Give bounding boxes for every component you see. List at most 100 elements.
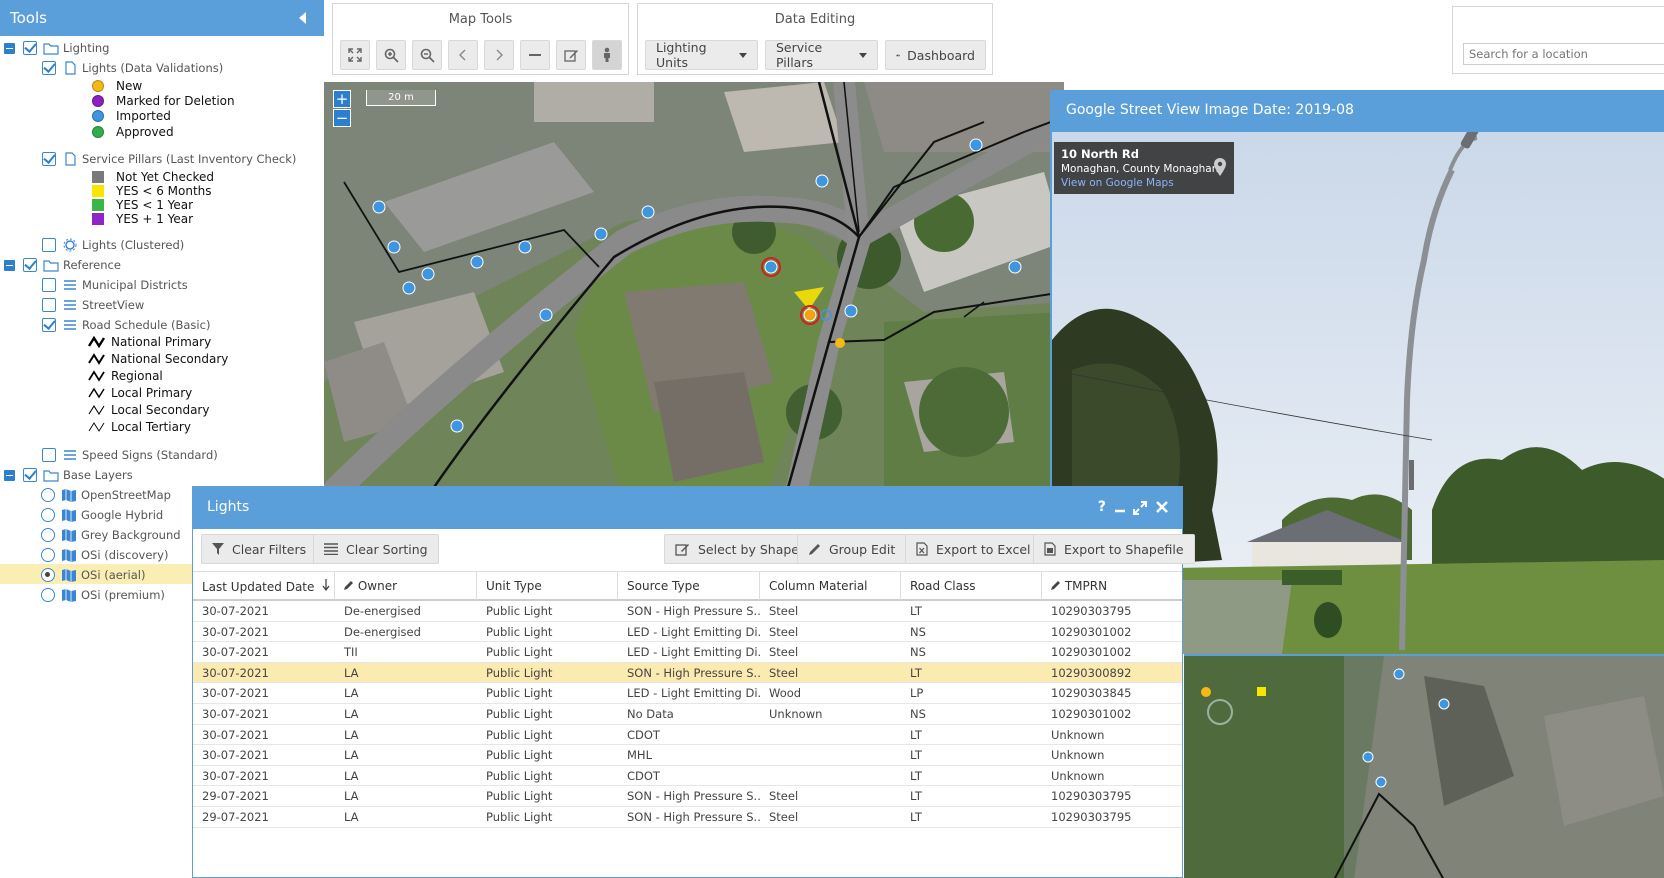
minimize-icon[interactable]: [1114, 501, 1126, 513]
table-row[interactable]: 30-07-2021 LA Public Light LED - Light Emit…: [193, 683, 1182, 704]
collapse-panel-icon[interactable]: [299, 12, 306, 24]
legend-item: Approved: [92, 124, 174, 140]
base-layer-osi-premium[interactable]: OSi (premium): [41, 586, 165, 604]
cell-road-class: LT: [910, 748, 922, 763]
checkbox[interactable]: [42, 318, 56, 332]
table-row[interactable]: 30-07-2021 LA Public Light CDOT LT Unknown: [193, 766, 1182, 787]
export-to-excel-button[interactable]: Export to Excel: [905, 534, 1042, 564]
collapse-icon[interactable]: [4, 259, 15, 271]
clear-filters-button[interactable]: Clear Filters: [201, 534, 318, 564]
base-layer-osi-discovery[interactable]: OSi (discovery): [41, 546, 168, 564]
column-header-tmprn[interactable]: TMPRN: [1042, 572, 1182, 600]
streetview-header: Google Street View Image Date: 2019-08: [1052, 90, 1664, 132]
base-layer-google-hybrid[interactable]: Google Hybrid: [41, 506, 163, 524]
layer-group-lighting[interactable]: Lighting: [4, 39, 109, 57]
checkbox[interactable]: [23, 41, 37, 55]
column-header-road-class[interactable]: Road Class: [901, 572, 1042, 600]
table-row[interactable]: 30-07-2021 LA Public Light MHL LT Unknown: [193, 745, 1182, 766]
cell-owner: LA: [344, 665, 359, 680]
collapse-icon[interactable]: [4, 469, 15, 481]
scale-bar: 20 m: [366, 90, 436, 106]
column-header-owner[interactable]: Owner: [335, 572, 477, 600]
overview-map[interactable]: [1184, 654, 1664, 878]
checkbox[interactable]: [42, 278, 56, 292]
cell-last-updated-date: 30-07-2021: [202, 604, 269, 618]
column-header-column-material[interactable]: Column Material: [760, 572, 901, 600]
base-layer-grey-background[interactable]: Grey Background: [41, 526, 181, 544]
radio[interactable]: [41, 488, 55, 502]
column-header-last-updated-date[interactable]: Last Updated Date: [193, 572, 335, 600]
layer-road-schedule[interactable]: Road Schedule (Basic): [42, 316, 210, 334]
column-header-unit-type[interactable]: Unit Type: [477, 572, 618, 600]
table-row[interactable]: 30-07-2021 De-energised Public Light SON - …: [193, 601, 1182, 622]
zoom-in-button[interactable]: [376, 40, 406, 70]
base-layer-osi-aerial[interactable]: OSi (aerial): [41, 566, 145, 584]
checkbox[interactable]: [23, 258, 37, 272]
grid-header: Last Updated Date Owner Unit Type Source…: [193, 571, 1182, 601]
export-to-shapefile-button[interactable]: Export to Shapefile: [1033, 534, 1195, 564]
group-edit-button[interactable]: Group Edit: [797, 534, 907, 564]
table-row[interactable]: 30-07-2021 De-energised Public Light LED - …: [193, 622, 1182, 643]
aerial-map[interactable]: [324, 82, 1064, 502]
layer-group-base[interactable]: Base Layers: [4, 466, 133, 484]
checkbox[interactable]: [23, 468, 37, 482]
layer-lights-validations[interactable]: Lights (Data Validations): [42, 59, 223, 77]
map-canvas[interactable]: + − 20 m: [324, 82, 1064, 502]
radio[interactable]: [41, 568, 55, 582]
checkbox[interactable]: [42, 152, 56, 166]
checkbox[interactable]: [42, 61, 56, 75]
cell-road-class: NS: [910, 624, 926, 639]
radio[interactable]: [41, 528, 55, 542]
table-row[interactable]: 30-07-2021 TII Public Light LED - Light Emi…: [193, 642, 1182, 663]
map-zoom-out-button[interactable]: −: [333, 109, 351, 127]
layer-speed-signs[interactable]: Speed Signs (Standard): [42, 446, 218, 464]
cell-column-material: Wood: [769, 686, 802, 701]
edit-button[interactable]: [556, 40, 586, 70]
column-header-source-type[interactable]: Source Type: [618, 572, 760, 600]
tools-header: Tools: [0, 0, 324, 36]
cell-road-class: LP: [910, 686, 924, 701]
layer-service-pillars[interactable]: Service Pillars (Last Inventory Check): [42, 150, 296, 168]
table-row[interactable]: 30-07-2021 LA Public Light CDOT LT Unknown: [193, 725, 1182, 746]
base-layer-openstreetmap[interactable]: OpenStreetMap: [41, 486, 171, 504]
clear-sorting-button[interactable]: Clear Sorting: [313, 534, 439, 564]
maximize-icon[interactable]: [1133, 501, 1147, 515]
view-on-google-maps-link[interactable]: View on Google Maps: [1061, 177, 1227, 189]
overview-map-image[interactable]: [1184, 656, 1664, 878]
help-icon[interactable]: ?: [1098, 499, 1106, 515]
service-pillars-dropdown[interactable]: Service Pillars: [765, 40, 878, 70]
select-by-shape-button[interactable]: Select by Shape: [664, 534, 810, 564]
streetview-button[interactable]: [592, 40, 622, 70]
search-input[interactable]: [1463, 43, 1664, 65]
checkbox[interactable]: [42, 238, 56, 252]
layer-streetview[interactable]: StreetView: [42, 296, 144, 314]
lights-dialog-title: Lights: [207, 499, 250, 515]
table-row[interactable]: 30-07-2021 LA Public Light SON - High Press…: [193, 662, 1182, 684]
previous-extent-button[interactable]: [448, 40, 478, 70]
select-shape-icon: [675, 544, 689, 556]
layer-lights-clustered[interactable]: Lights (Clustered): [42, 236, 184, 254]
layer-municipal-districts[interactable]: Municipal Districts: [42, 276, 188, 294]
lighting-units-dropdown[interactable]: Lighting Units: [645, 40, 758, 70]
layer-group-reference[interactable]: Reference: [4, 256, 121, 274]
close-icon[interactable]: [1156, 501, 1168, 513]
table-row[interactable]: 30-07-2021 LA Public Light No Data Unknown NS…: [193, 704, 1182, 725]
zoom-out-button[interactable]: [412, 40, 442, 70]
radio[interactable]: [41, 508, 55, 522]
search-container: [1452, 6, 1664, 74]
zoom-extent-button[interactable]: [340, 40, 370, 70]
checkbox[interactable]: [42, 448, 56, 462]
map-zoom-in-button[interactable]: +: [333, 90, 351, 108]
table-row[interactable]: 29-07-2021 LA Public Light SON - High Press…: [193, 786, 1182, 807]
cell-owner: LA: [344, 789, 359, 804]
collapse-icon[interactable]: [4, 42, 15, 54]
checkbox[interactable]: [42, 298, 56, 312]
radio[interactable]: [41, 548, 55, 562]
measure-button[interactable]: [520, 40, 550, 70]
map-pin-icon[interactable]: [1214, 158, 1226, 176]
tools-title: Tools: [10, 9, 47, 27]
next-extent-button[interactable]: [484, 40, 514, 70]
dashboard-button[interactable]: Dashboard: [885, 40, 986, 70]
radio[interactable]: [41, 588, 55, 602]
table-row[interactable]: 29-07-2021 LA Public Light SON - High Press…: [193, 807, 1182, 828]
